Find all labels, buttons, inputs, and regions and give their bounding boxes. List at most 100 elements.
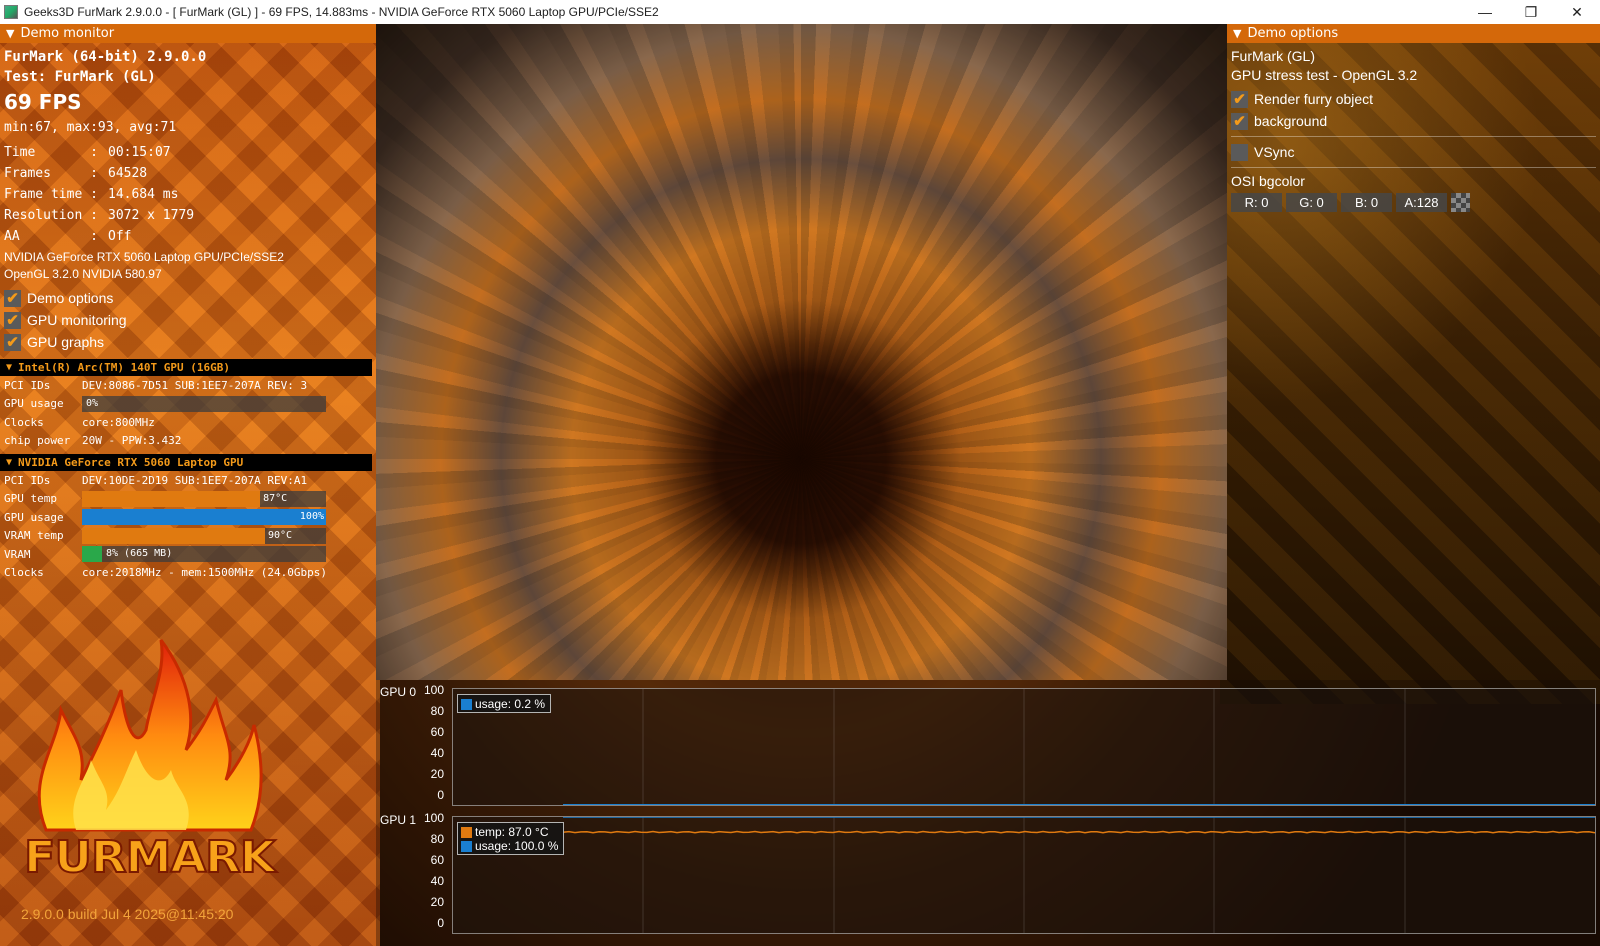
test-name: Test: FurMark (GL) [4, 69, 156, 85]
collapse-triangle-icon: ▼ [1233, 27, 1242, 40]
color-swatch-icon[interactable] [1451, 193, 1470, 212]
legend-swatch-icon [461, 840, 472, 852]
checkbox-icon[interactable]: ✔ [4, 333, 21, 351]
fur-donut-render [376, 24, 1227, 680]
gpu0-usage-bar: 0% [82, 395, 326, 412]
checkbox-label: Render furry object [1254, 91, 1374, 107]
gpu1-vram-temp-bar: 90°C [82, 527, 326, 544]
gpu0-header[interactable]: ▼ Intel(R) Arc(TM) 140T GPU (16GB) [0, 359, 372, 376]
checkbox-icon[interactable] [1231, 143, 1248, 161]
y-tick-label: 0 [437, 788, 444, 802]
divider [1231, 136, 1596, 137]
gpu0-plot: usage: 0.2 % [452, 688, 1596, 806]
gpu1-legend: temp: 87.0 °C usage: 100.0 % [457, 822, 565, 855]
demo-monitor-title: Demo monitor [20, 26, 115, 41]
y-tick-label: 60 [430, 725, 444, 739]
gpu0-clocks-row: Clocks core:800MHz [4, 415, 155, 429]
demo-monitor-header[interactable]: ▼ Demo monitor [0, 24, 376, 43]
toggle-background[interactable]: ✔ background [1231, 110, 1600, 132]
stat-aa: AA : Off [4, 229, 132, 244]
demo-options-panel: ▼ Demo options FurMark (GL) GPU stress t… [1227, 24, 1600, 224]
collapse-triangle-icon: ▼ [6, 457, 13, 468]
color-r-field[interactable]: R: 0 [1231, 193, 1282, 212]
gpu1-graph-label: GPU 1 [380, 813, 417, 827]
checkbox-label: GPU graphs [27, 334, 105, 350]
gpu0-name: Intel(R) Arc(TM) 140T GPU (16GB) [18, 361, 230, 374]
stats-list: Time :00:15:07 Frames :64528 Frame time … [4, 142, 376, 247]
checkbox-icon[interactable]: ✔ [4, 289, 21, 307]
checkbox-label: background [1254, 113, 1328, 129]
legend-swatch-icon [461, 698, 472, 710]
collapse-triangle-icon: ▼ [6, 362, 13, 373]
checkbox-label: GPU monitoring [27, 312, 127, 328]
legend-swatch-icon [461, 826, 472, 838]
gpu1-usage-row: GPU usage 100% [4, 509, 326, 526]
gpu1-vram-temp-row: VRAM temp 90°C [0, 527, 376, 546]
y-tick-label: 100 [423, 683, 444, 697]
gpu1-name: NVIDIA GeForce RTX 5060 Laptop GPU [18, 456, 244, 469]
window-title: Geeks3D FurMark 2.9.0.0 - [ FurMark (GL)… [24, 5, 659, 19]
gpu0-power-row: chip power 20W - PPW:3.432 [4, 434, 182, 448]
gpu0-grid [642, 689, 1406, 805]
close-button[interactable]: ✕ [1554, 0, 1600, 24]
demo-options-header[interactable]: ▼ Demo options [1227, 24, 1600, 43]
checkbox-icon[interactable]: ✔ [1231, 90, 1248, 108]
gpu1-usage-bar: 100% [82, 509, 326, 526]
color-a-field[interactable]: A:128 [1396, 193, 1447, 212]
gpu1-header[interactable]: ▼ NVIDIA GeForce RTX 5060 Laptop GPU [0, 454, 372, 471]
checkbox-icon[interactable]: ✔ [4, 311, 21, 329]
color-b-field[interactable]: B: 0 [1341, 193, 1392, 212]
toggle-render-furry-object[interactable]: ✔ Render furry object [1231, 88, 1600, 110]
y-tick-label: 100 [423, 811, 444, 825]
fps-readout: 69 FPS [4, 90, 82, 114]
checkbox-label: VSync [1254, 144, 1295, 160]
stat-resolution: Resolution :3072 x 1779 [4, 208, 195, 223]
y-tick-label: 40 [430, 874, 444, 888]
gl-version: OpenGL 3.2.0 NVIDIA 580.97 [4, 267, 162, 281]
toggle-gpu-monitoring[interactable]: ✔ GPU monitoring [4, 309, 376, 331]
demo-description: GPU stress test - OpenGL 3.2 [1231, 67, 1418, 83]
gpu-renderer: NVIDIA GeForce RTX 5060 Laptop GPU/PCIe/… [4, 250, 284, 264]
gpu1-clocks-row: Clocks core:2018MHz - mem:1500MHz (24.0Gb… [4, 566, 328, 580]
fur-texture [376, 24, 1227, 680]
y-tick-label: 80 [430, 704, 444, 718]
gpu1-plot-svg [562, 817, 1595, 933]
y-tick-label: 20 [430, 767, 444, 781]
y-tick-label: 80 [430, 832, 444, 846]
osi-bgcolor-editor: R: 0 G: 0 B: 0 A:128 [1231, 193, 1600, 212]
minimize-button[interactable]: — [1462, 0, 1508, 24]
gpu1-vram-row: VRAM 8% (665 MB) [0, 545, 376, 564]
stat-frame-time: Frame time :14.684 ms [4, 187, 179, 202]
osi-bgcolor-label: OSI bgcolor [1231, 173, 1305, 189]
color-g-field[interactable]: G: 0 [1286, 193, 1337, 212]
stat-time: Time :00:15:07 [4, 145, 171, 160]
app-version: FurMark (64-bit) 2.9.0.0 [4, 49, 207, 65]
build-info: 2.9.0.0 build Jul 4 2025@11:45:20 [21, 906, 234, 922]
gpu1-temp-bar: 87°C [82, 490, 326, 507]
stat-frames: Frames :64528 [4, 166, 148, 181]
maximize-button[interactable]: ❐ [1508, 0, 1554, 24]
gpu1-temp-row: GPU temp 87°C [0, 490, 376, 509]
demo-options-title: Demo options [1247, 26, 1339, 41]
toggle-vsync[interactable]: VSync [1231, 141, 1600, 163]
gpu1-temp-line [562, 830, 1595, 834]
checkbox-label: Demo options [27, 290, 114, 306]
fps-min-max-avg: min:67, max:93, avg:71 [4, 120, 177, 135]
demo-name: FurMark (GL) [1231, 48, 1315, 64]
gpu-graphs-area: GPU 0 GPU 1 100 80 60 40 20 0 100 80 60 40 20 0 us… [376, 680, 1600, 946]
gpu0-usage-row: GPU usage 0% [0, 395, 376, 414]
legend-item: usage: 0.2 % [461, 697, 545, 711]
gpu1-grid [642, 817, 1406, 933]
legend-item: usage: 100.0 % [461, 839, 558, 853]
title-bar: Geeks3D FurMark 2.9.0.0 - [ FurMark (GL)… [0, 0, 1600, 24]
y-tick-label: 60 [430, 853, 444, 867]
y-tick-label: 40 [430, 746, 444, 760]
gpu0-plot-svg [563, 689, 1595, 805]
y-tick-label: 20 [430, 895, 444, 909]
checkbox-icon[interactable]: ✔ [1231, 112, 1248, 130]
toggle-demo-options[interactable]: ✔ Demo options [4, 287, 376, 309]
gpu1-pci-row: PCI IDs DEV:10DE-2D19 SUB:1EE7-207A REV:A… [4, 473, 308, 487]
divider [1231, 167, 1596, 168]
legend-item: temp: 87.0 °C [461, 825, 558, 839]
toggle-gpu-graphs[interactable]: ✔ GPU graphs [4, 331, 376, 353]
